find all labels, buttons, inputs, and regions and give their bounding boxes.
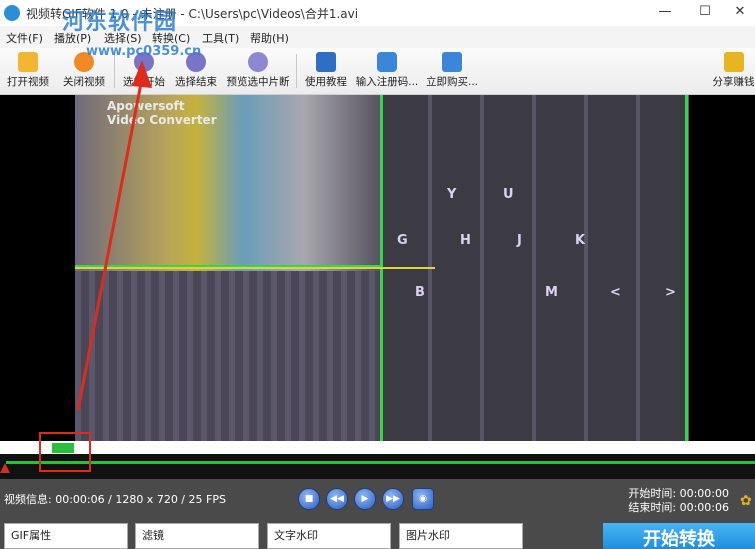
buy-now-label: 立即购买... — [425, 76, 478, 88]
keycap: < — [610, 285, 621, 300]
annotation-highlight-box — [39, 432, 91, 472]
snapshot-button[interactable]: ◉ — [412, 488, 434, 510]
tab-image-watermark[interactable]: 图片水印 — [399, 523, 523, 549]
minimize-button[interactable]: — — [650, 2, 680, 22]
keycap: G — [397, 233, 408, 248]
maximize-button[interactable]: ☐ — [690, 2, 720, 22]
menu-help[interactable]: 帮助(H) — [250, 30, 289, 46]
preview-selection-button[interactable]: 预览选中片断 — [225, 50, 291, 89]
book-icon — [316, 52, 336, 72]
enter-code-button[interactable]: 输入注册码... — [355, 50, 419, 89]
key-icon — [377, 52, 397, 72]
keycap: Y — [447, 187, 457, 202]
share-button[interactable]: 分享赚钱 — [712, 50, 755, 89]
end-time: 结束时间: 00:00:06 — [628, 499, 729, 515]
keycap: K — [575, 233, 586, 248]
video-info: 视频信息: 00:00:06 / 1280 x 720 / 25 FPS — [4, 491, 226, 507]
rewind-button[interactable]: ◀◀ — [326, 488, 348, 510]
timeline-selection-track — [0, 441, 755, 454]
timeline-range — [6, 461, 755, 464]
enter-code-label: 输入注册码... — [355, 76, 419, 88]
watermark-logo: 河东软件园 — [62, 10, 178, 35]
end-time-value: 00:00:06 — [679, 501, 729, 514]
start-convert-button[interactable]: 开始转换 — [603, 523, 755, 549]
play-button[interactable]: ▶ — [354, 488, 376, 510]
watermark-url: www.pc0359.cn — [86, 44, 202, 59]
cart-icon — [442, 52, 462, 72]
tab-filter[interactable]: 滤镜 — [135, 523, 259, 549]
folder-icon — [18, 52, 38, 72]
share-label: 分享赚钱 — [712, 76, 755, 88]
keycap: M — [545, 285, 558, 300]
close-button[interactable]: ✕ — [725, 2, 755, 22]
glitch-line — [75, 267, 435, 269]
video-info-value: 00:00:06 / 1280 x 720 / 25 FPS — [55, 493, 226, 506]
video-info-label: 视频信息: — [4, 493, 52, 506]
tutorial-label: 使用教程 — [305, 76, 347, 88]
close-video-label: 关闭视频 — [63, 76, 105, 88]
tab-text-watermark[interactable]: 文字水印 — [267, 523, 391, 549]
playhead-marker[interactable] — [0, 463, 10, 473]
app-icon — [4, 5, 20, 21]
open-video-button[interactable]: 打开视频 — [5, 50, 51, 89]
menu-file[interactable]: 文件(F) — [6, 30, 43, 46]
select-start-label: 选择开始 — [123, 76, 165, 88]
preview-selection-label: 预览选中片断 — [226, 76, 290, 88]
frame-desk-region — [75, 271, 380, 441]
tutorial-button[interactable]: 使用教程 — [303, 50, 349, 89]
select-end-label: 选择结束 — [175, 76, 217, 88]
keycap: H — [460, 233, 471, 248]
glitch-line — [685, 95, 688, 441]
toolbar-separator — [296, 54, 297, 88]
crown-icon — [723, 52, 744, 72]
end-time-label: 结束时间: — [628, 501, 677, 514]
forward-button[interactable]: ▶▶ — [382, 488, 404, 510]
info-bar: 视频信息: 00:00:06 / 1280 x 720 / 25 FPS ■ ◀… — [0, 479, 755, 519]
stop-button[interactable]: ■ — [298, 488, 320, 510]
timeline-track[interactable] — [0, 454, 755, 479]
timeline[interactable] — [0, 441, 755, 479]
video-frame: Apowersoft Video Converter Y U G H J K B… — [75, 95, 689, 441]
buy-now-button[interactable]: 立即购买... — [425, 50, 479, 89]
keycap: > — [665, 285, 676, 300]
keycap: B — [415, 285, 425, 300]
toolbar-separator — [114, 54, 115, 88]
video-preview[interactable]: Apowersoft Video Converter Y U G H J K B… — [0, 95, 755, 441]
preview-icon — [248, 52, 268, 72]
gear-icon[interactable]: ✿ — [740, 493, 752, 509]
keycap: J — [517, 233, 522, 248]
frame-inner-subtitle: Video Converter — [107, 113, 217, 127]
frame-inner-title: Apowersoft — [107, 99, 185, 113]
open-video-label: 打开视频 — [7, 76, 49, 88]
tab-gif-properties[interactable]: GIF属性 — [4, 523, 128, 549]
keycap: U — [503, 187, 514, 202]
menu-tools[interactable]: 工具(T) — [202, 30, 239, 46]
